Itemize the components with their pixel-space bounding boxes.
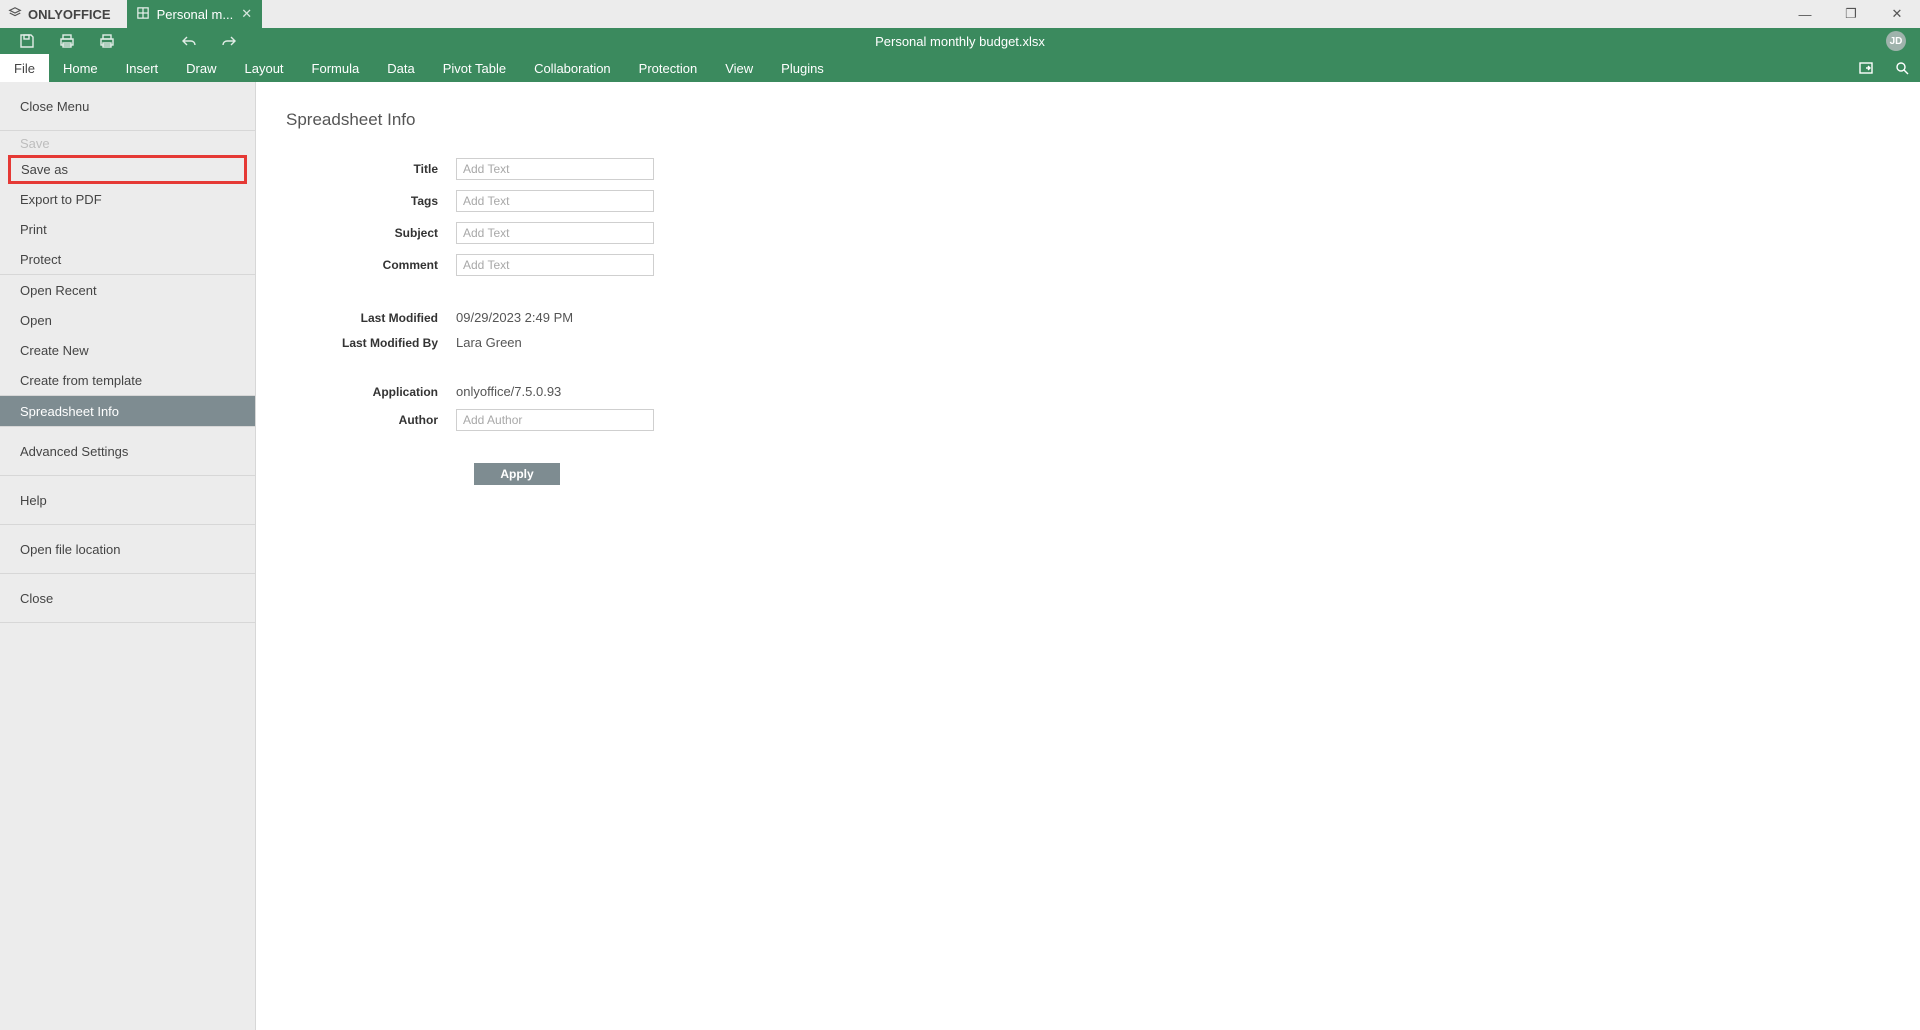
file-menu-save: Save (0, 131, 255, 155)
label-last-modified-by: Last Modified By (286, 336, 456, 350)
tab-formula[interactable]: Formula (298, 54, 374, 82)
print-icon[interactable] (58, 32, 76, 50)
open-location-icon[interactable] (1848, 54, 1884, 82)
tab-home[interactable]: Home (49, 54, 112, 82)
value-last-modified: 09/29/2023 2:49 PM (456, 310, 573, 325)
tab-protection[interactable]: Protection (625, 54, 712, 82)
spreadsheet-info-panel: Spreadsheet Info Title Tags Subject Comm… (256, 82, 1920, 1030)
file-menu-create-template[interactable]: Create from template (0, 365, 255, 395)
app-brand: ONLYOFFICE (28, 7, 111, 22)
document-tab[interactable]: Personal m... ✕ (127, 0, 263, 28)
spreadsheet-icon (137, 7, 149, 22)
file-menu-open-file-location[interactable]: Open file location (0, 525, 255, 573)
tab-view[interactable]: View (711, 54, 767, 82)
titlebar: ONLYOFFICE Personal m... ✕ — ❐ ✕ (0, 0, 1920, 28)
tab-collaboration[interactable]: Collaboration (520, 54, 625, 82)
tab-data[interactable]: Data (373, 54, 428, 82)
file-menu: Close Menu Save Save as Export to PDF Pr… (0, 82, 256, 1030)
spreadsheet-info-header: Spreadsheet Info (286, 110, 1920, 130)
input-title[interactable] (456, 158, 654, 180)
file-menu-close-menu[interactable]: Close Menu (0, 82, 255, 130)
window-maximize-button[interactable]: ❐ (1828, 0, 1874, 28)
document-tab-label: Personal m... (157, 7, 234, 22)
tab-plugins[interactable]: Plugins (767, 54, 838, 82)
file-menu-close[interactable]: Close (0, 574, 255, 622)
document-title: Personal monthly budget.xlsx (875, 34, 1045, 49)
tab-pivot-table[interactable]: Pivot Table (429, 54, 520, 82)
input-subject[interactable] (456, 222, 654, 244)
value-application: onlyoffice/7.5.0.93 (456, 384, 561, 399)
label-title: Title (286, 162, 456, 176)
tab-layout[interactable]: Layout (231, 54, 298, 82)
file-menu-open-recent[interactable]: Open Recent (0, 275, 255, 305)
app-logo: ONLYOFFICE (0, 0, 127, 28)
stack-icon (8, 6, 22, 23)
save-as-highlight: Save as (8, 155, 247, 184)
tab-file[interactable]: File (0, 54, 49, 82)
label-author: Author (286, 413, 456, 427)
label-last-modified: Last Modified (286, 311, 456, 325)
file-menu-export-pdf[interactable]: Export to PDF (0, 184, 255, 214)
window-close-button[interactable]: ✕ (1874, 0, 1920, 28)
quick-print-icon[interactable] (98, 32, 116, 50)
ribbon-tabs: File Home Insert Draw Layout Formula Dat… (0, 54, 1920, 82)
file-menu-print[interactable]: Print (0, 214, 255, 244)
file-menu-save-as[interactable]: Save as (15, 162, 68, 177)
window-minimize-button[interactable]: — (1782, 0, 1828, 28)
tab-insert[interactable]: Insert (112, 54, 173, 82)
redo-icon[interactable] (220, 32, 238, 50)
tab-draw[interactable]: Draw (172, 54, 230, 82)
label-tags: Tags (286, 194, 456, 208)
file-menu-advanced-settings[interactable]: Advanced Settings (0, 427, 255, 475)
tab-close-icon[interactable]: ✕ (241, 6, 252, 22)
user-avatar[interactable]: JD (1886, 31, 1906, 51)
file-menu-help[interactable]: Help (0, 476, 255, 524)
label-application: Application (286, 385, 456, 399)
undo-icon[interactable] (180, 32, 198, 50)
quick-access-toolbar: Personal monthly budget.xlsx JD (0, 28, 1920, 54)
label-subject: Subject (286, 226, 456, 240)
value-last-modified-by: Lara Green (456, 335, 522, 350)
search-icon[interactable] (1884, 54, 1920, 82)
label-comment: Comment (286, 258, 456, 272)
save-icon[interactable] (18, 32, 36, 50)
file-menu-spreadsheet-info[interactable]: Spreadsheet Info (0, 396, 255, 426)
input-tags[interactable] (456, 190, 654, 212)
apply-button[interactable]: Apply (474, 463, 560, 485)
file-menu-create-new[interactable]: Create New (0, 335, 255, 365)
input-comment[interactable] (456, 254, 654, 276)
file-menu-open[interactable]: Open (0, 305, 255, 335)
file-menu-protect[interactable]: Protect (0, 244, 255, 274)
input-author[interactable] (456, 409, 654, 431)
